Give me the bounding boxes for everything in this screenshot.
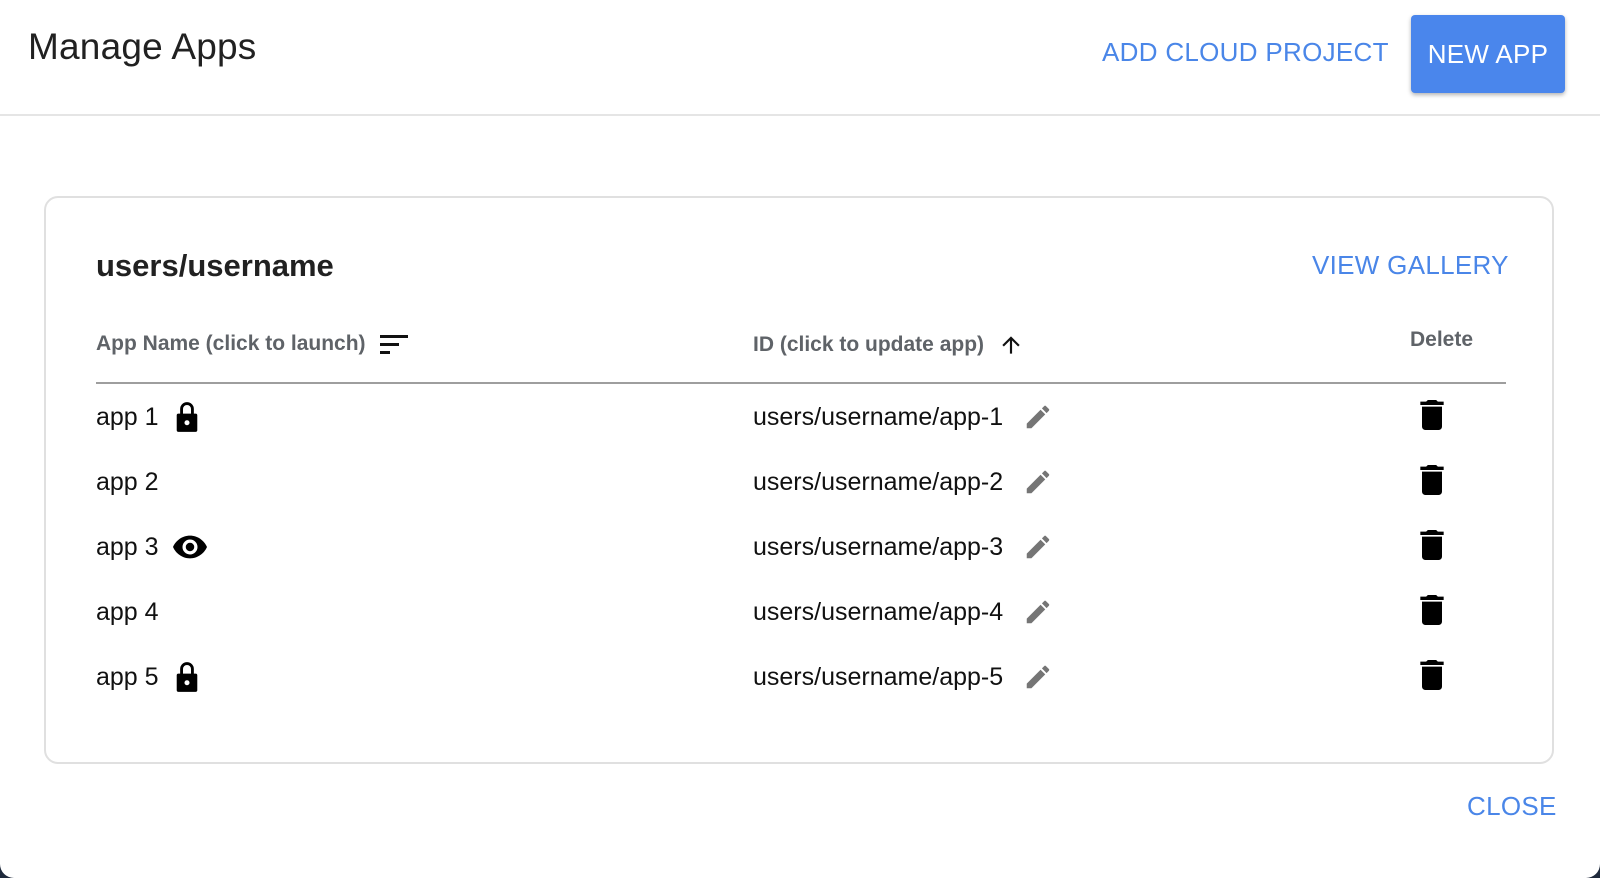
app-id-cell[interactable]: users/username/app-2 [753,449,1053,515]
app-id[interactable]: users/username/app-1 [753,403,1003,432]
table-row: app 3 users/username/app-3 [96,514,1506,580]
edit-icon[interactable] [1023,662,1053,692]
column-header-label: App Name (click to launch) [96,332,366,355]
delete-button[interactable] [1420,514,1444,580]
app-name[interactable]: app 1 [96,403,159,432]
app-name-link[interactable]: app 2 [96,449,159,515]
column-header-delete: Delete [1410,328,1474,351]
delete-button[interactable] [1420,449,1444,515]
add-cloud-project-button[interactable]: ADD CLOUD PROJECT [1102,37,1389,68]
delete-icon[interactable] [1420,529,1444,565]
app-name[interactable]: app 3 [96,533,159,562]
app-name-link[interactable]: app 5 [96,644,201,710]
column-header-app-name[interactable]: App Name (click to launch) [96,332,408,356]
app-id-cell[interactable]: users/username/app-4 [753,579,1053,645]
app-id-cell[interactable]: users/username/app-1 [753,384,1053,450]
manage-apps-dialog: Manage Apps ADD CLOUD PROJECT NEW APP us… [0,0,1600,878]
dialog-header: Manage Apps ADD CLOUD PROJECT NEW APP [0,0,1600,116]
table-row: app 2 users/username/app-2 [96,449,1506,515]
eye-icon [172,535,207,559]
table-row: app 4 users/username/app-4 [96,579,1506,645]
view-gallery-button[interactable]: VIEW GALLERY [1312,250,1509,281]
delete-button[interactable] [1420,579,1444,645]
close-button[interactable]: CLOSE [1467,791,1557,822]
new-app-button[interactable]: NEW APP [1411,15,1565,93]
arrow-upward-icon[interactable] [998,332,1024,358]
table-row: app 5 users/username/app-5 [96,644,1506,710]
edit-icon[interactable] [1023,597,1053,627]
card-title: users/username [96,248,334,283]
lock-icon [173,401,201,433]
delete-icon[interactable] [1420,594,1444,630]
delete-button[interactable] [1420,644,1444,710]
delete-icon[interactable] [1420,399,1444,435]
lock-icon [173,661,201,693]
app-name[interactable]: app 2 [96,468,159,497]
delete-icon[interactable] [1420,659,1444,695]
sort-icon[interactable] [379,333,408,355]
edit-icon[interactable] [1023,402,1053,432]
column-header-id[interactable]: ID (click to update app) [753,332,1024,358]
edit-icon[interactable] [1023,532,1053,562]
dialog-title: Manage Apps [28,26,257,67]
app-name-link[interactable]: app 3 [96,514,207,580]
app-name[interactable]: app 4 [96,598,159,627]
app-id-cell[interactable]: users/username/app-3 [753,514,1053,580]
delete-button[interactable] [1420,384,1444,450]
table-row: app 1 users/username/app-1 [96,384,1506,450]
app-id[interactable]: users/username/app-4 [753,598,1003,627]
app-name-link[interactable]: app 4 [96,579,159,645]
app-id[interactable]: users/username/app-5 [753,663,1003,692]
delete-icon[interactable] [1420,464,1444,500]
app-name[interactable]: app 5 [96,663,159,692]
app-id[interactable]: users/username/app-2 [753,468,1003,497]
apps-card: users/username VIEW GALLERY App Name (cl… [44,196,1554,764]
column-header-label: ID (click to update app) [753,333,985,356]
edit-icon[interactable] [1023,467,1053,497]
app-id-cell[interactable]: users/username/app-5 [753,644,1053,710]
app-name-link[interactable]: app 1 [96,384,201,450]
app-id[interactable]: users/username/app-3 [753,533,1003,562]
